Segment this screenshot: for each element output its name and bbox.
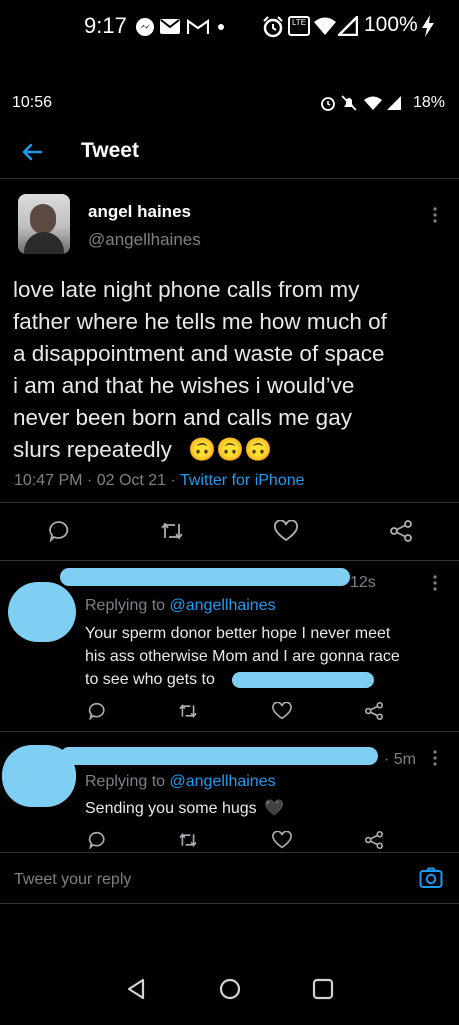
redaction-scribble [60, 747, 378, 765]
heart-icon[interactable] [274, 520, 298, 542]
retweet-icon[interactable] [178, 703, 198, 719]
charging-icon [422, 15, 434, 37]
more-vertical-icon[interactable] [432, 574, 438, 592]
divider [0, 502, 459, 503]
tweet-text: love late night phone calls from my fath… [13, 274, 453, 466]
replying-to-handle[interactable]: @angellhaines [170, 597, 276, 614]
replying-to: Replying to @angellhaines [85, 597, 276, 614]
mute-icon [341, 95, 357, 111]
reply-bar: Tweet your reply [0, 852, 459, 904]
redaction-scribble [8, 582, 76, 642]
avatar[interactable] [18, 194, 70, 254]
outer-status-bar: 9:17 LTE 100% [0, 0, 459, 50]
more-vertical-icon[interactable] [432, 206, 438, 224]
redaction-scribble [232, 672, 374, 688]
tweet-meta: 10:47 PM · 02 Oct 21 · Twitter for iPhon… [14, 472, 305, 490]
system-nav-bar [0, 960, 459, 1020]
tweet-line-last: slurs repeatedly 🙃🙃🙃 [13, 434, 453, 466]
replying-to: Replying to @angellhaines [85, 773, 276, 790]
gmail-icon [187, 19, 209, 35]
camera-icon[interactable] [419, 867, 443, 889]
tweet-line: father where he tells me how much of [13, 309, 387, 334]
upside-down-emoji: 🙃 [188, 437, 217, 462]
redaction-scribble [60, 568, 350, 586]
reply-icon[interactable] [48, 520, 70, 542]
more-vertical-icon[interactable] [432, 749, 438, 767]
nav-back-icon[interactable] [126, 978, 146, 1000]
nav-home-icon[interactable] [219, 978, 241, 1000]
reply-icon[interactable] [88, 702, 106, 720]
messenger-icon [135, 17, 155, 37]
reply-item[interactable]: 12s Replying to @angellhaines Your sperm… [0, 562, 459, 730]
wifi-icon [364, 96, 382, 110]
inner-status-time: 10:56 [12, 94, 53, 111]
author-handle[interactable]: @angellhaines [88, 230, 201, 250]
tweet-source-link[interactable]: Twitter for iPhone [180, 472, 305, 489]
reply-item[interactable]: · 5m Replying to @angellhaines Sending y… [0, 733, 459, 851]
wifi-icon [314, 17, 336, 35]
reply-time: · 5m [384, 751, 416, 768]
upside-down-emoji: 🙃 [216, 437, 245, 462]
outer-battery-label: 100% [364, 13, 418, 36]
alarm-icon [320, 95, 336, 111]
signal-icon [386, 95, 402, 111]
main-tweet: angel haines @angellhaines love late nig… [0, 180, 459, 560]
heart-icon[interactable] [272, 831, 292, 849]
upside-down-emoji: 🙃 [244, 437, 273, 462]
outer-status-time: 9:17 [84, 13, 127, 38]
reply-icon[interactable] [88, 831, 106, 849]
tweet-line: i am and that he wishes i would’ve [13, 373, 355, 398]
tweet-line: never been born and calls me gay [13, 405, 352, 430]
page-title: Tweet [81, 139, 139, 162]
share-icon[interactable] [364, 831, 384, 849]
reply-input[interactable]: Tweet your reply [14, 871, 131, 889]
share-icon[interactable] [364, 702, 384, 720]
tweet-line: slurs repeatedly [13, 437, 172, 462]
mail-icon [160, 19, 180, 34]
header: Tweet [0, 128, 459, 179]
back-arrow-icon[interactable] [20, 140, 44, 164]
retweet-icon[interactable] [178, 832, 198, 848]
reply-text: Sending you some hugs 🖤 [85, 800, 285, 817]
notification-dot-icon [218, 24, 224, 30]
reply-time: 12s [350, 574, 376, 591]
divider [0, 731, 459, 732]
inner-status-bar: 10:56 18% [0, 88, 459, 118]
heart-icon[interactable] [272, 702, 292, 720]
volte-badge: LTE [288, 16, 310, 36]
replying-to-handle[interactable]: @angellhaines [170, 773, 276, 790]
nav-recents-icon[interactable] [312, 978, 334, 1000]
signal-icon [338, 16, 358, 36]
black-heart-emoji: 🖤 [264, 800, 285, 817]
tweet-line: a disappointment and waste of space [13, 341, 385, 366]
share-icon[interactable] [389, 520, 413, 542]
inner-battery-label: 18% [413, 94, 446, 111]
author-name[interactable]: angel haines [88, 202, 191, 222]
tweet-timestamp: 10:47 PM · 02 Oct 21 · [14, 472, 181, 489]
tweet-line: love late night phone calls from my [13, 277, 360, 302]
retweet-icon[interactable] [160, 521, 184, 541]
divider [0, 560, 459, 561]
alarm-icon [262, 16, 284, 38]
